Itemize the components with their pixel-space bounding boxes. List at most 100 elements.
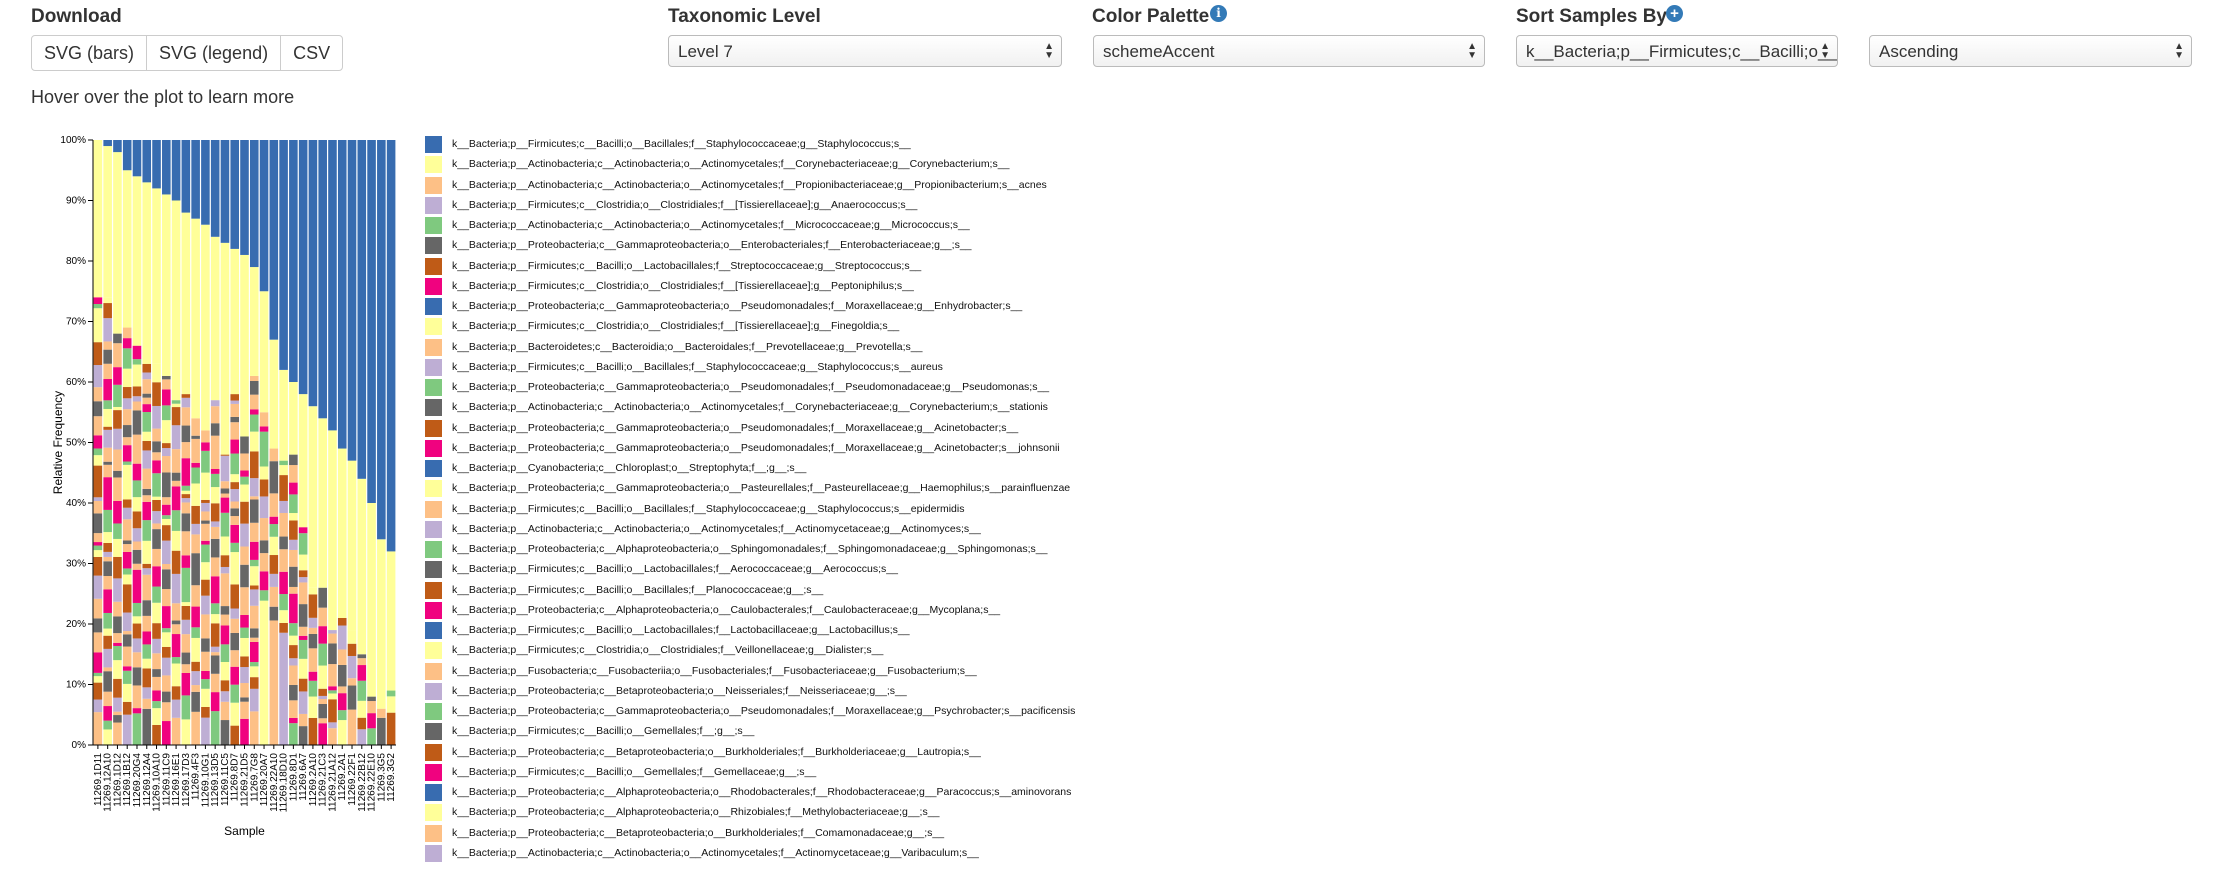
bar-segment-other [289,566,298,587]
bar-segment-other [298,678,308,692]
bar-segment-staphylococcus [367,140,376,503]
bar-segment-other [93,513,103,534]
y-tick-label: 0% [72,740,87,751]
sort-samples-select[interactable]: k__Bacteria;p__Firmicutes;c__Bacilli;o__… [1516,35,1838,67]
bar-segment-other [201,450,210,473]
bar-segment-other [279,571,288,595]
bar-segment-other [171,717,181,745]
download-svg-legend-button[interactable]: SVG (legend) [146,35,282,71]
bar-segment-other [93,455,103,466]
bar-segment-other [259,553,269,572]
bar-segment-other [113,556,122,579]
bar-segment-other [191,523,200,535]
bar-segment-other [162,589,171,607]
bar-segment-staphylococcus [269,140,279,340]
legend-swatch [425,844,442,862]
bar-segment-other [298,582,308,605]
bar-segment-other [240,614,249,628]
download-csv-button[interactable]: CSV [280,35,344,71]
bar-segment-other [103,551,112,557]
bar-segment-other [191,483,200,506]
bar-segment-other [152,473,161,497]
bar-segment-other [269,573,279,587]
bar-segment-other [93,342,103,366]
bar-segment-other [201,499,210,503]
bar-segment-other [132,410,142,435]
bar-segment-other [347,630,357,644]
bar-segment-other [367,713,376,729]
bar-segment-staphylococcus [328,140,337,431]
bar-segment-other [308,587,318,595]
bar-segment-other [162,515,171,519]
bar-segment-other [93,542,103,546]
bar-segment-other [298,577,308,583]
legend-swatch [425,703,442,720]
bar-segment-other [249,409,259,415]
bar-segment-other [152,623,161,639]
bar-segment-other [171,403,181,408]
taxonomic-level-select[interactable]: Level 7 ▲ ▼ [668,35,1062,67]
bar-segment-other [210,487,220,504]
bar-segment-other [230,702,240,726]
legend-label: k__Bacteria;p__Proteobacteria;c__Gammapr… [452,381,1050,393]
info-icon[interactable]: i [1210,5,1227,22]
bar-segment-other [103,561,112,577]
bar-segment-other [259,479,269,497]
bar-segment-other [249,566,259,586]
bar-segment-other [181,425,191,443]
bar-segment-other [152,708,161,725]
bar-segment-other [308,617,318,628]
bar-segment-other [93,435,103,449]
legend-swatch [425,237,442,255]
color-palette-select[interactable]: schemeAccent ▲ ▼ [1093,35,1485,67]
bar-segment-other [230,400,240,404]
bar-segment-other [142,631,152,645]
bar-segment-other [230,684,240,703]
bar-segment-other [122,327,132,339]
bar-segment-other [220,555,230,567]
bar-segment-other [93,465,103,498]
bar-segment-other [279,610,288,623]
legend-label: k__Bacteria;p__Proteobacteria;c__Gammapr… [452,300,1023,312]
bar-segment-other [230,403,240,417]
bar-segment-other [201,638,210,652]
bar-segment-staphylococcus [113,140,122,153]
bar-segment-other [122,634,132,647]
bar-segment-other [201,472,210,500]
bar-segment-other [122,499,132,508]
bar-segment-other [279,500,288,513]
bar-segment-other [298,604,308,627]
bar-segment-other [103,341,112,350]
bar-segment-other [171,686,181,700]
bar-segment-other [220,573,230,607]
bar-segment-other [318,699,327,705]
bar-segment-other [230,482,240,490]
legend-label: k__Bacteria;p__Firmicutes;c__Bacilli;o__… [452,563,898,576]
bar-segment-other [191,467,200,484]
plus-circle-icon[interactable]: + [1666,5,1683,22]
legend-label: k__Bacteria;p__Firmicutes;c__Clostridia;… [452,320,900,333]
bar-segment-other [279,460,288,466]
bar-segment-other [103,509,112,533]
bar-segment-other [249,522,259,542]
bar-segment-other [171,449,181,473]
bar-segment-other [162,540,171,565]
legend-label: k__Bacteria;p__Firmicutes;c__Bacilli;o__… [452,583,824,596]
legend-label: k__Bacteria;p__Firmicutes;c__Clostridia;… [452,198,918,211]
bar-segment-other [93,672,103,677]
bar-segment-other [289,482,298,495]
bar-segment-other [377,708,386,718]
download-svg-bars-button[interactable]: SVG (bars) [31,35,148,71]
bar-segment-other [132,364,142,387]
bar-segment-other [191,505,200,524]
bar-segment-other [298,533,308,555]
bar-segment-other [113,715,122,723]
bar-segment-other [181,498,191,503]
bar-segment-other [298,527,308,534]
bar-segment-other [171,472,181,481]
sort-order-select[interactable]: Ascending ▲ ▼ [1869,35,2192,67]
bar-segment-other [132,549,142,564]
bar-segment-other [289,665,298,685]
chart-legend: k__Bacteria;p__Firmicutes;c__Bacilli;o__… [425,136,1205,870]
bar-segment-other [230,416,240,423]
